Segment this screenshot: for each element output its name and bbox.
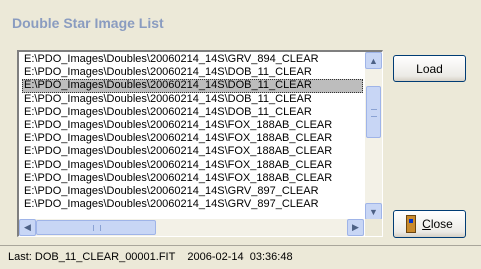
vertical-scrollbar[interactable]: ▲ ▼ — [365, 52, 382, 220]
close-button[interactable]: Close — [393, 210, 466, 238]
close-button-mnemonic: C — [422, 217, 431, 231]
list-item[interactable]: E:\PDO_Images\Doubles\20060214_14S\FOX_1… — [22, 145, 363, 158]
close-button-label: Close — [422, 217, 453, 231]
image-list-items: E:\PDO_Images\Doubles\20060214_14S\GRV_8… — [22, 53, 363, 221]
load-button[interactable]: Load — [393, 55, 466, 82]
list-item[interactable]: E:\PDO_Images\Doubles\20060214_14S\GRV_8… — [22, 198, 363, 211]
scroll-left-arrow-icon[interactable]: ◀ — [19, 219, 36, 236]
horizontal-scrollbar[interactable]: ◀ ▶ — [19, 219, 364, 236]
list-item[interactable]: E:\PDO_Images\Doubles\20060214_14S\GRV_8… — [22, 53, 363, 66]
list-item[interactable]: E:\PDO_Images\Doubles\20060214_14S\DOB_1… — [22, 66, 363, 79]
image-listbox[interactable]: E:\PDO_Images\Doubles\20060214_14S\GRV_8… — [17, 50, 383, 237]
scroll-down-arrow-icon[interactable]: ▼ — [365, 203, 382, 220]
list-item[interactable]: E:\PDO_Images\Doubles\20060214_14S\GRV_8… — [22, 185, 363, 198]
scrollbar-corner — [365, 219, 382, 236]
scroll-right-arrow-icon[interactable]: ▶ — [347, 219, 364, 236]
status-bar: Last: DOB_11_CLEAR_00001.FIT 2006-02-14 … — [0, 245, 481, 269]
window-title: Double Star Image List — [12, 15, 164, 31]
list-item[interactable]: E:\PDO_Images\Doubles\20060214_14S\DOB_1… — [22, 79, 363, 93]
vertical-scroll-thumb[interactable] — [366, 86, 381, 138]
list-item[interactable]: E:\PDO_Images\Doubles\20060214_14S\DOB_1… — [22, 106, 363, 119]
scroll-up-arrow-icon[interactable]: ▲ — [365, 52, 382, 69]
list-item[interactable]: E:\PDO_Images\Doubles\20060214_14S\FOX_1… — [22, 172, 363, 185]
list-item[interactable]: E:\PDO_Images\Doubles\20060214_14S\FOX_1… — [22, 132, 363, 145]
load-button-label: Load — [416, 61, 443, 76]
door-exit-icon — [406, 215, 417, 233]
double-star-window: Double Star Image List E:\PDO_Images\Dou… — [0, 0, 481, 269]
list-item[interactable]: E:\PDO_Images\Doubles\20060214_14S\DOB_1… — [22, 93, 363, 106]
list-item[interactable]: E:\PDO_Images\Doubles\20060214_14S\FOX_1… — [22, 159, 363, 172]
close-button-label-rest: lose — [430, 217, 453, 231]
list-item[interactable]: E:\PDO_Images\Doubles\20060214_14S\FOX_1… — [22, 119, 363, 132]
horizontal-scroll-thumb[interactable] — [36, 220, 156, 235]
